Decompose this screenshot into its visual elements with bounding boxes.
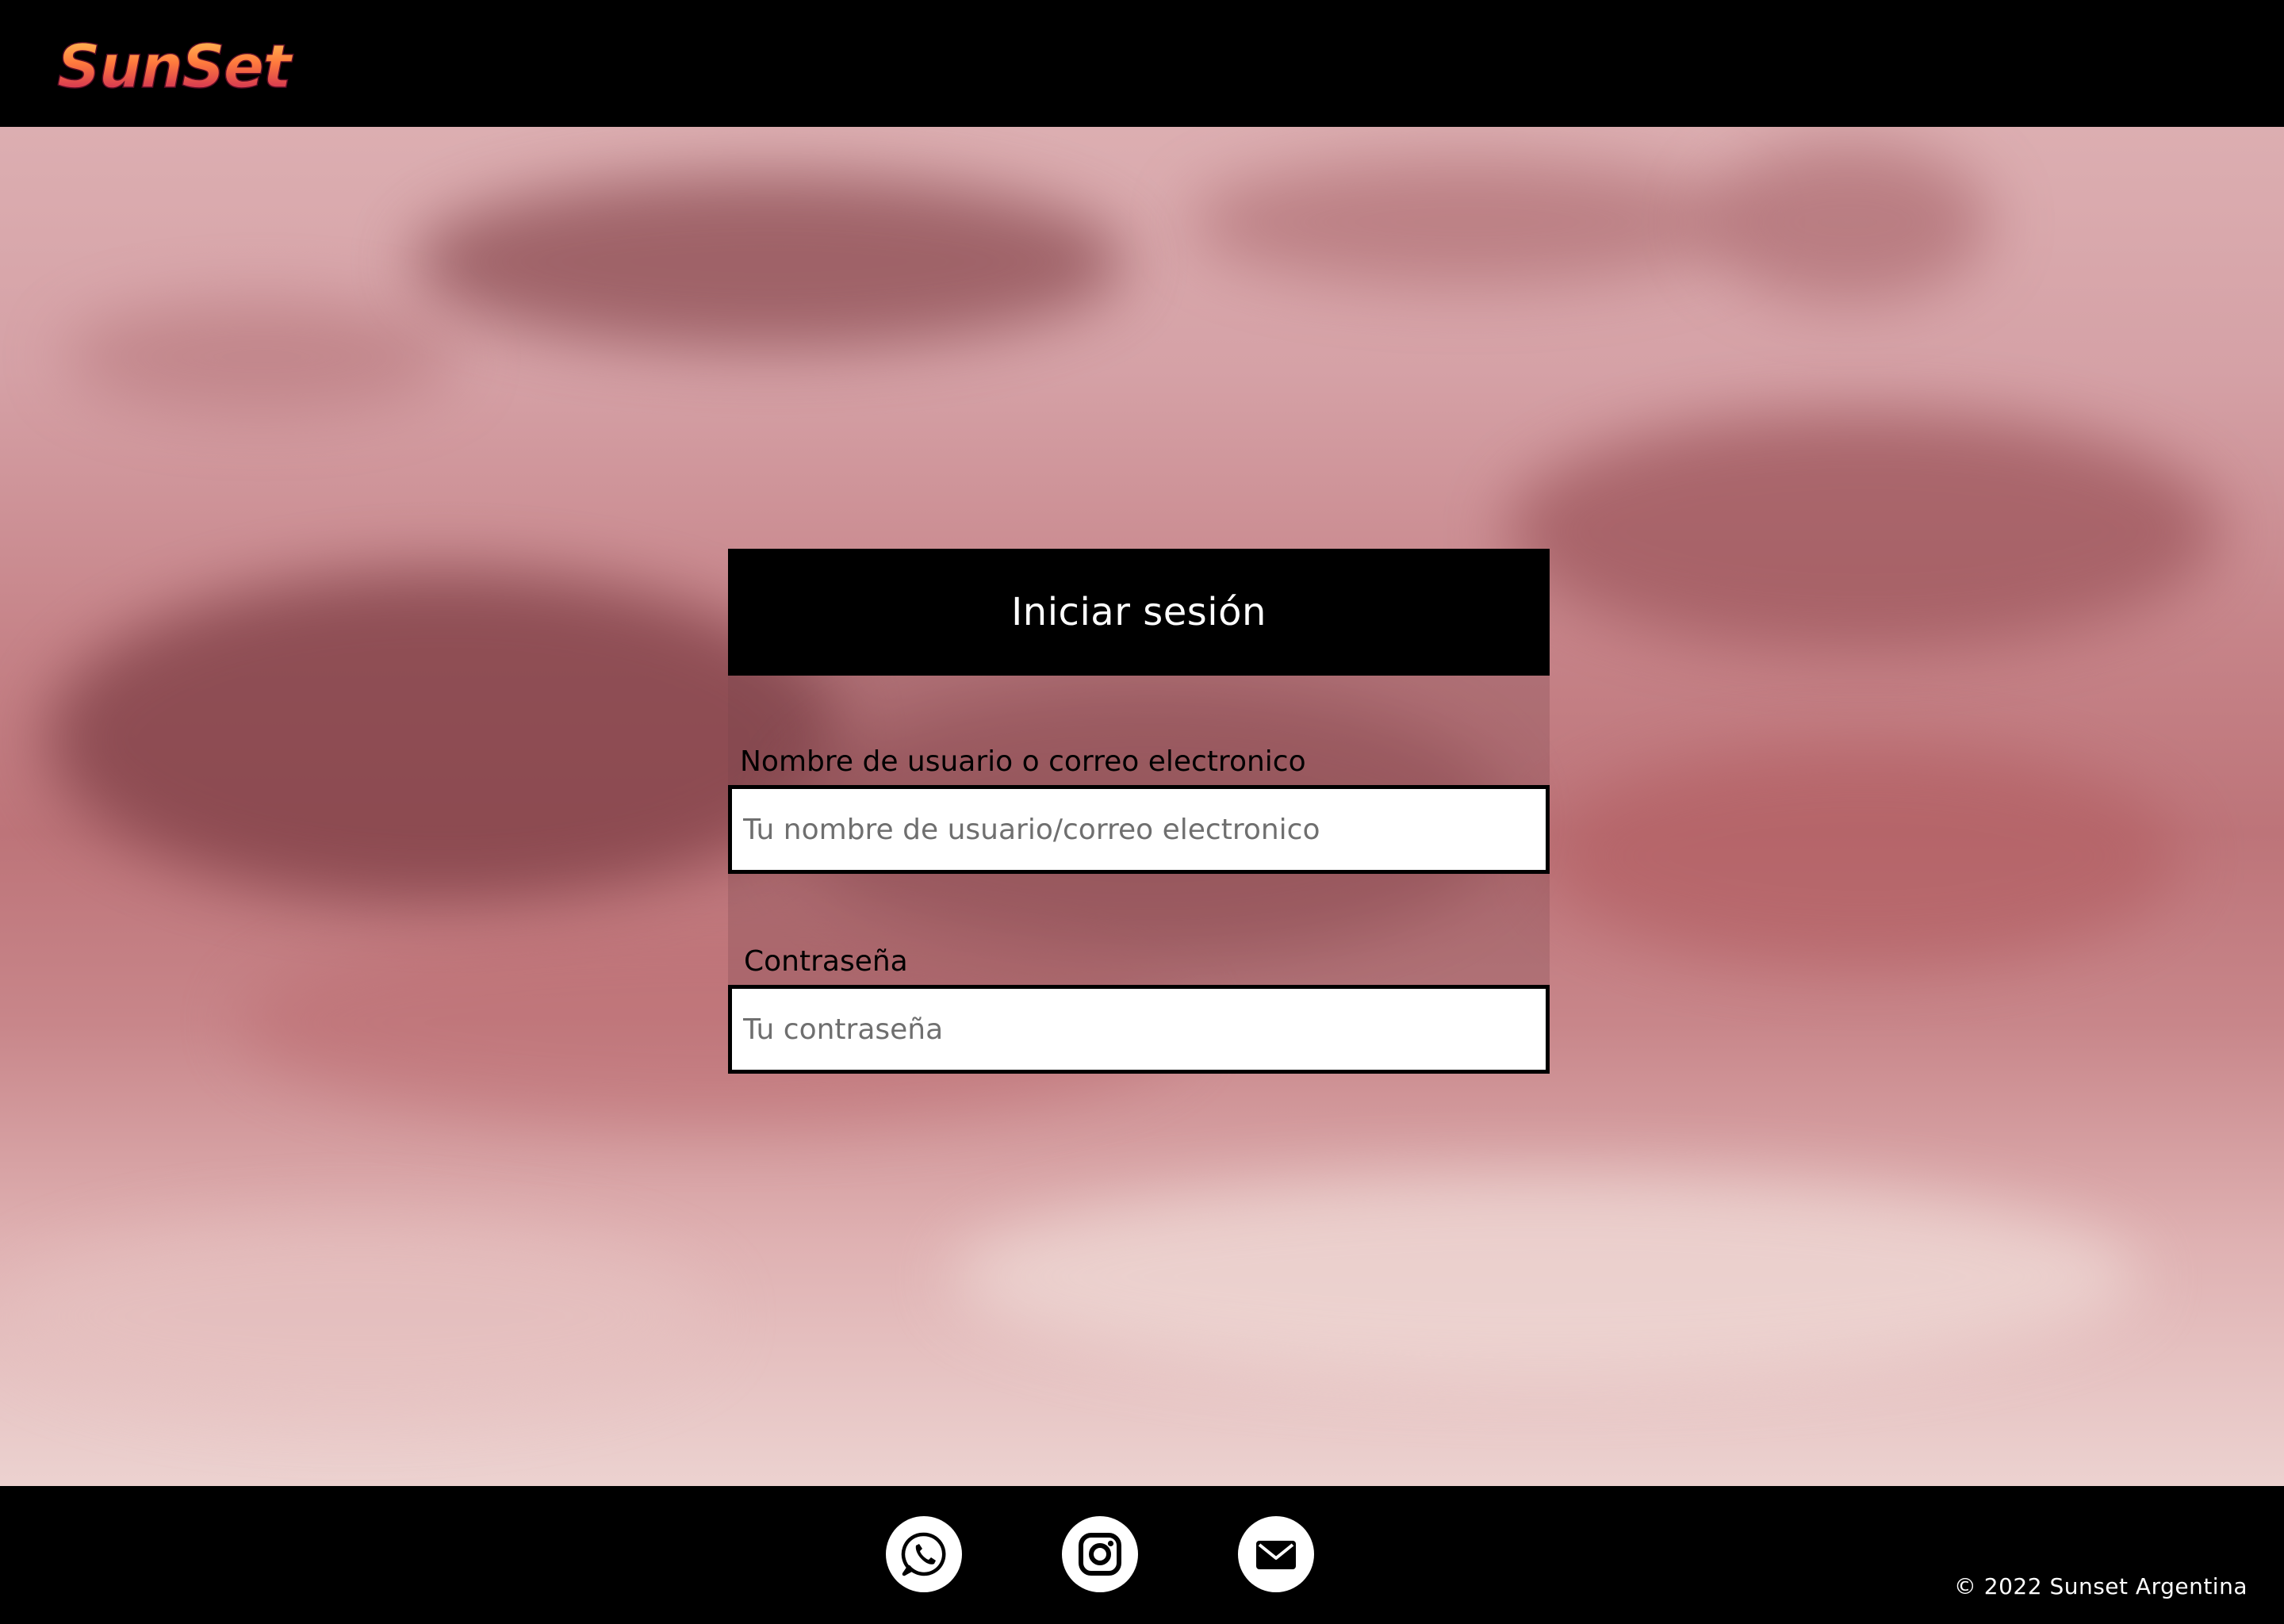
username-label: Nombre de usuario o correo electronico — [740, 745, 1306, 778]
page-footer: © 2022 Sunset Argentina — [0, 1486, 2284, 1624]
mail-icon — [1256, 1541, 1296, 1569]
copyright-text: © 2022 Sunset Argentina — [1953, 1573, 2248, 1599]
login-title: Iniciar sesión — [1011, 590, 1267, 634]
whatsapp-icon — [901, 1532, 946, 1576]
login-card: Iniciar sesión Nombre de usuario o corre… — [728, 549, 1550, 1074]
top-header: SunSet — [0, 0, 2284, 127]
password-input[interactable] — [728, 985, 1550, 1074]
logo-text: SunSet — [57, 33, 293, 97]
login-card-header: Iniciar sesión — [728, 549, 1550, 676]
email-link[interactable] — [1238, 1516, 1314, 1592]
sunset-logo[interactable]: SunSet — [54, 30, 347, 102]
whatsapp-link[interactable] — [886, 1516, 962, 1592]
instagram-icon — [1079, 1533, 1121, 1576]
password-label: Contraseña — [744, 945, 908, 978]
username-input[interactable] — [728, 785, 1550, 874]
instagram-link[interactable] — [1062, 1516, 1138, 1592]
